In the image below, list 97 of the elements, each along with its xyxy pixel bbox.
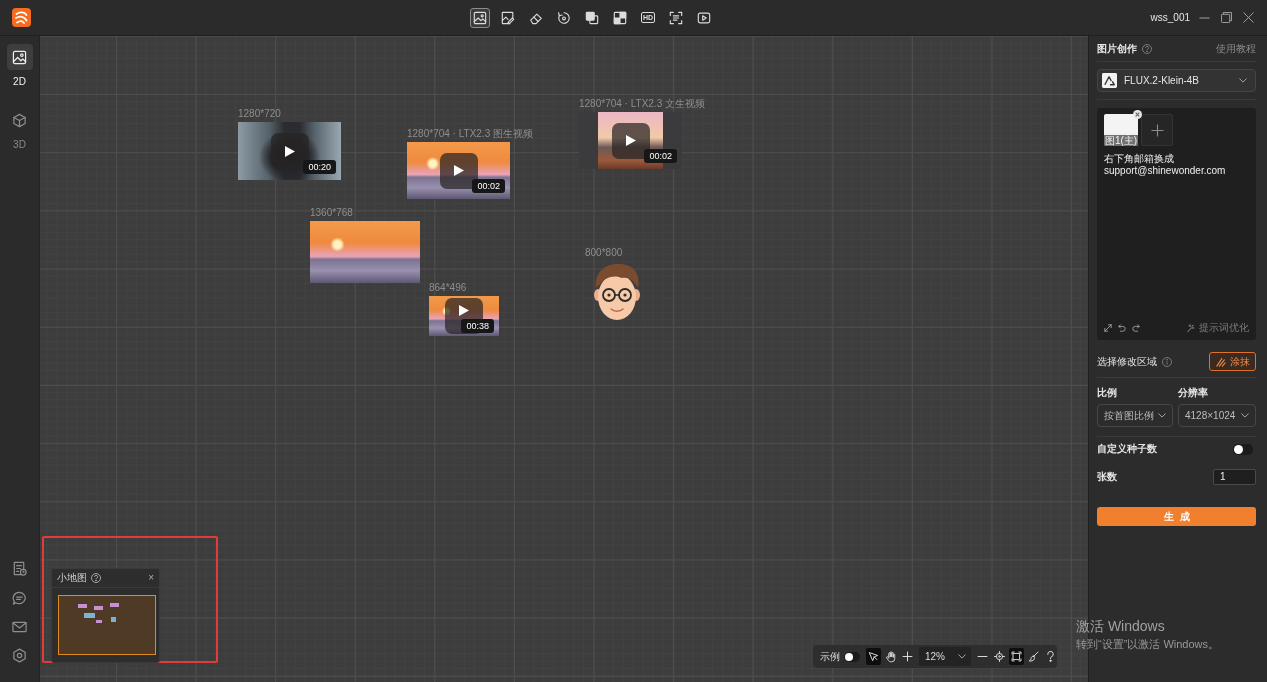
resolution-select[interactable]: 4128×1024 (1178, 404, 1256, 427)
optimize-prompt-button[interactable]: 提示词优化 (1187, 321, 1249, 335)
scan-icon (669, 10, 683, 25)
video-frame-placeholder[interactable]: 00:02 (579, 112, 682, 169)
play-icon[interactable] (625, 135, 636, 146)
canvas-tool-button[interactable] (866, 648, 881, 665)
video-duration: 00:02 (644, 149, 677, 163)
prompt-input[interactable]: 右下角邮箱换成 support@shinewonder.com (1104, 153, 1249, 321)
zoom-select[interactable]: 12% (919, 647, 971, 666)
plus-icon (902, 651, 913, 662)
app-logo (12, 8, 31, 27)
tutorial-link[interactable]: 使用教程 (1216, 41, 1256, 56)
chevron-down-icon (1158, 413, 1166, 418)
example-toggle[interactable] (844, 651, 860, 662)
video-frame-placeholder[interactable]: 00:38 (429, 296, 499, 336)
chevron-down-icon (1239, 78, 1247, 83)
minimap-marker (77, 604, 88, 609)
restore-icon (1220, 12, 1232, 23)
brush-stroke-icon (1215, 356, 1226, 367)
paint-button[interactable]: 涂抹 (1209, 352, 1256, 371)
video-duration: 00:38 (461, 319, 494, 333)
chat-icon[interactable] (12, 591, 27, 606)
minus-icon (977, 655, 988, 658)
custom-seed-toggle[interactable] (1233, 443, 1253, 455)
triangle-logo-icon (1102, 73, 1117, 88)
media-caption: 1280*704 · LTX2.3 文生视频 (579, 98, 705, 110)
image-edit-icon (501, 10, 515, 25)
image-icon (12, 49, 27, 65)
custom-seed-label: 自定义种子数 (1097, 442, 1157, 456)
media-caption: 1280*704 · LTX2.3 图生视频 (407, 128, 533, 140)
video-frame-placeholder[interactable]: 00:20 (238, 122, 341, 180)
help-icon[interactable] (1142, 43, 1152, 54)
remove-icon[interactable] (1133, 110, 1142, 119)
canvas-tool-button[interactable] (992, 648, 1007, 665)
video-duration: 00:02 (472, 179, 505, 193)
minimize-icon (1198, 16, 1210, 19)
activation-message: 转到“设置”以激活 Windows。 (1076, 638, 1219, 651)
video-duration: 00:20 (303, 160, 336, 174)
square-quadrant-icon (613, 10, 627, 25)
minimap-marker (109, 603, 120, 608)
canvas-tool-button[interactable] (900, 648, 915, 665)
close-button[interactable]: × (148, 572, 154, 584)
tool-button[interactable] (470, 7, 490, 28)
media-caption: 1280*720 (238, 108, 281, 120)
play-icon[interactable] (284, 145, 295, 157)
chevron-down-icon (958, 654, 966, 659)
rotate-icon (557, 10, 571, 25)
redo-icon[interactable] (1132, 324, 1140, 332)
canvas-tool-button[interactable] (883, 648, 898, 665)
mode-tab[interactable]: 3D (6, 107, 33, 151)
resolution-label: 分辨率 (1178, 386, 1209, 400)
document-clock-icon[interactable] (12, 561, 27, 576)
media-caption: 800*800 (585, 247, 623, 259)
help-icon (1046, 651, 1055, 662)
video-icon (697, 10, 711, 25)
model-select[interactable]: FLUX.2-Klein-4B (1097, 69, 1256, 92)
undo-icon[interactable] (1118, 324, 1126, 332)
play-icon[interactable] (453, 165, 464, 176)
cartoon-avatar-drawing[interactable] (592, 262, 642, 322)
reference-image-label: 图1(主) (1104, 135, 1138, 146)
expand-icon[interactable] (1104, 324, 1112, 332)
minimap-marker (93, 606, 104, 611)
count-input[interactable]: 1 (1213, 469, 1256, 485)
crosshair-icon (994, 651, 1005, 662)
canvas-tool-button[interactable] (1009, 648, 1024, 665)
plus-icon (1150, 123, 1164, 137)
image-placeholder[interactable] (310, 221, 420, 283)
settings-icon[interactable] (12, 648, 27, 663)
hand-icon (884, 650, 897, 663)
video-frame-placeholder[interactable]: 00:02 (407, 142, 510, 199)
chevron-down-icon (1241, 413, 1249, 418)
media-caption: 864*496 (429, 282, 467, 294)
info-icon[interactable] (1162, 356, 1172, 367)
region-label: 选择修改区域 (1097, 354, 1157, 369)
layers-icon (585, 10, 599, 25)
ratio-label: 比例 (1097, 386, 1118, 400)
count-label: 张数 (1097, 470, 1117, 484)
media-caption: 1360*768 (310, 207, 353, 219)
close-icon (1242, 12, 1254, 23)
frame-icon (1011, 651, 1022, 662)
cube-icon (12, 112, 27, 128)
cursor-icon (868, 651, 879, 662)
image-icon (473, 10, 487, 25)
ratio-select[interactable]: 按首图比例 (1097, 404, 1173, 427)
brush-icon (1028, 651, 1039, 662)
minimap-viewport[interactable] (58, 595, 156, 655)
activation-title: 激活 Windows (1076, 618, 1166, 635)
help-icon[interactable] (91, 573, 101, 583)
add-image-button[interactable] (1141, 114, 1173, 146)
example-label: 示例 (820, 649, 840, 664)
panel-title: 图片创作 (1097, 41, 1137, 56)
magic-wand-icon (1187, 324, 1195, 332)
minimap-title: 小地图 (57, 571, 87, 585)
minimap-marker (110, 617, 116, 622)
mail-icon[interactable] (12, 621, 27, 633)
play-icon[interactable] (459, 305, 469, 316)
user-name[interactable]: wss_001 (1150, 12, 1190, 23)
